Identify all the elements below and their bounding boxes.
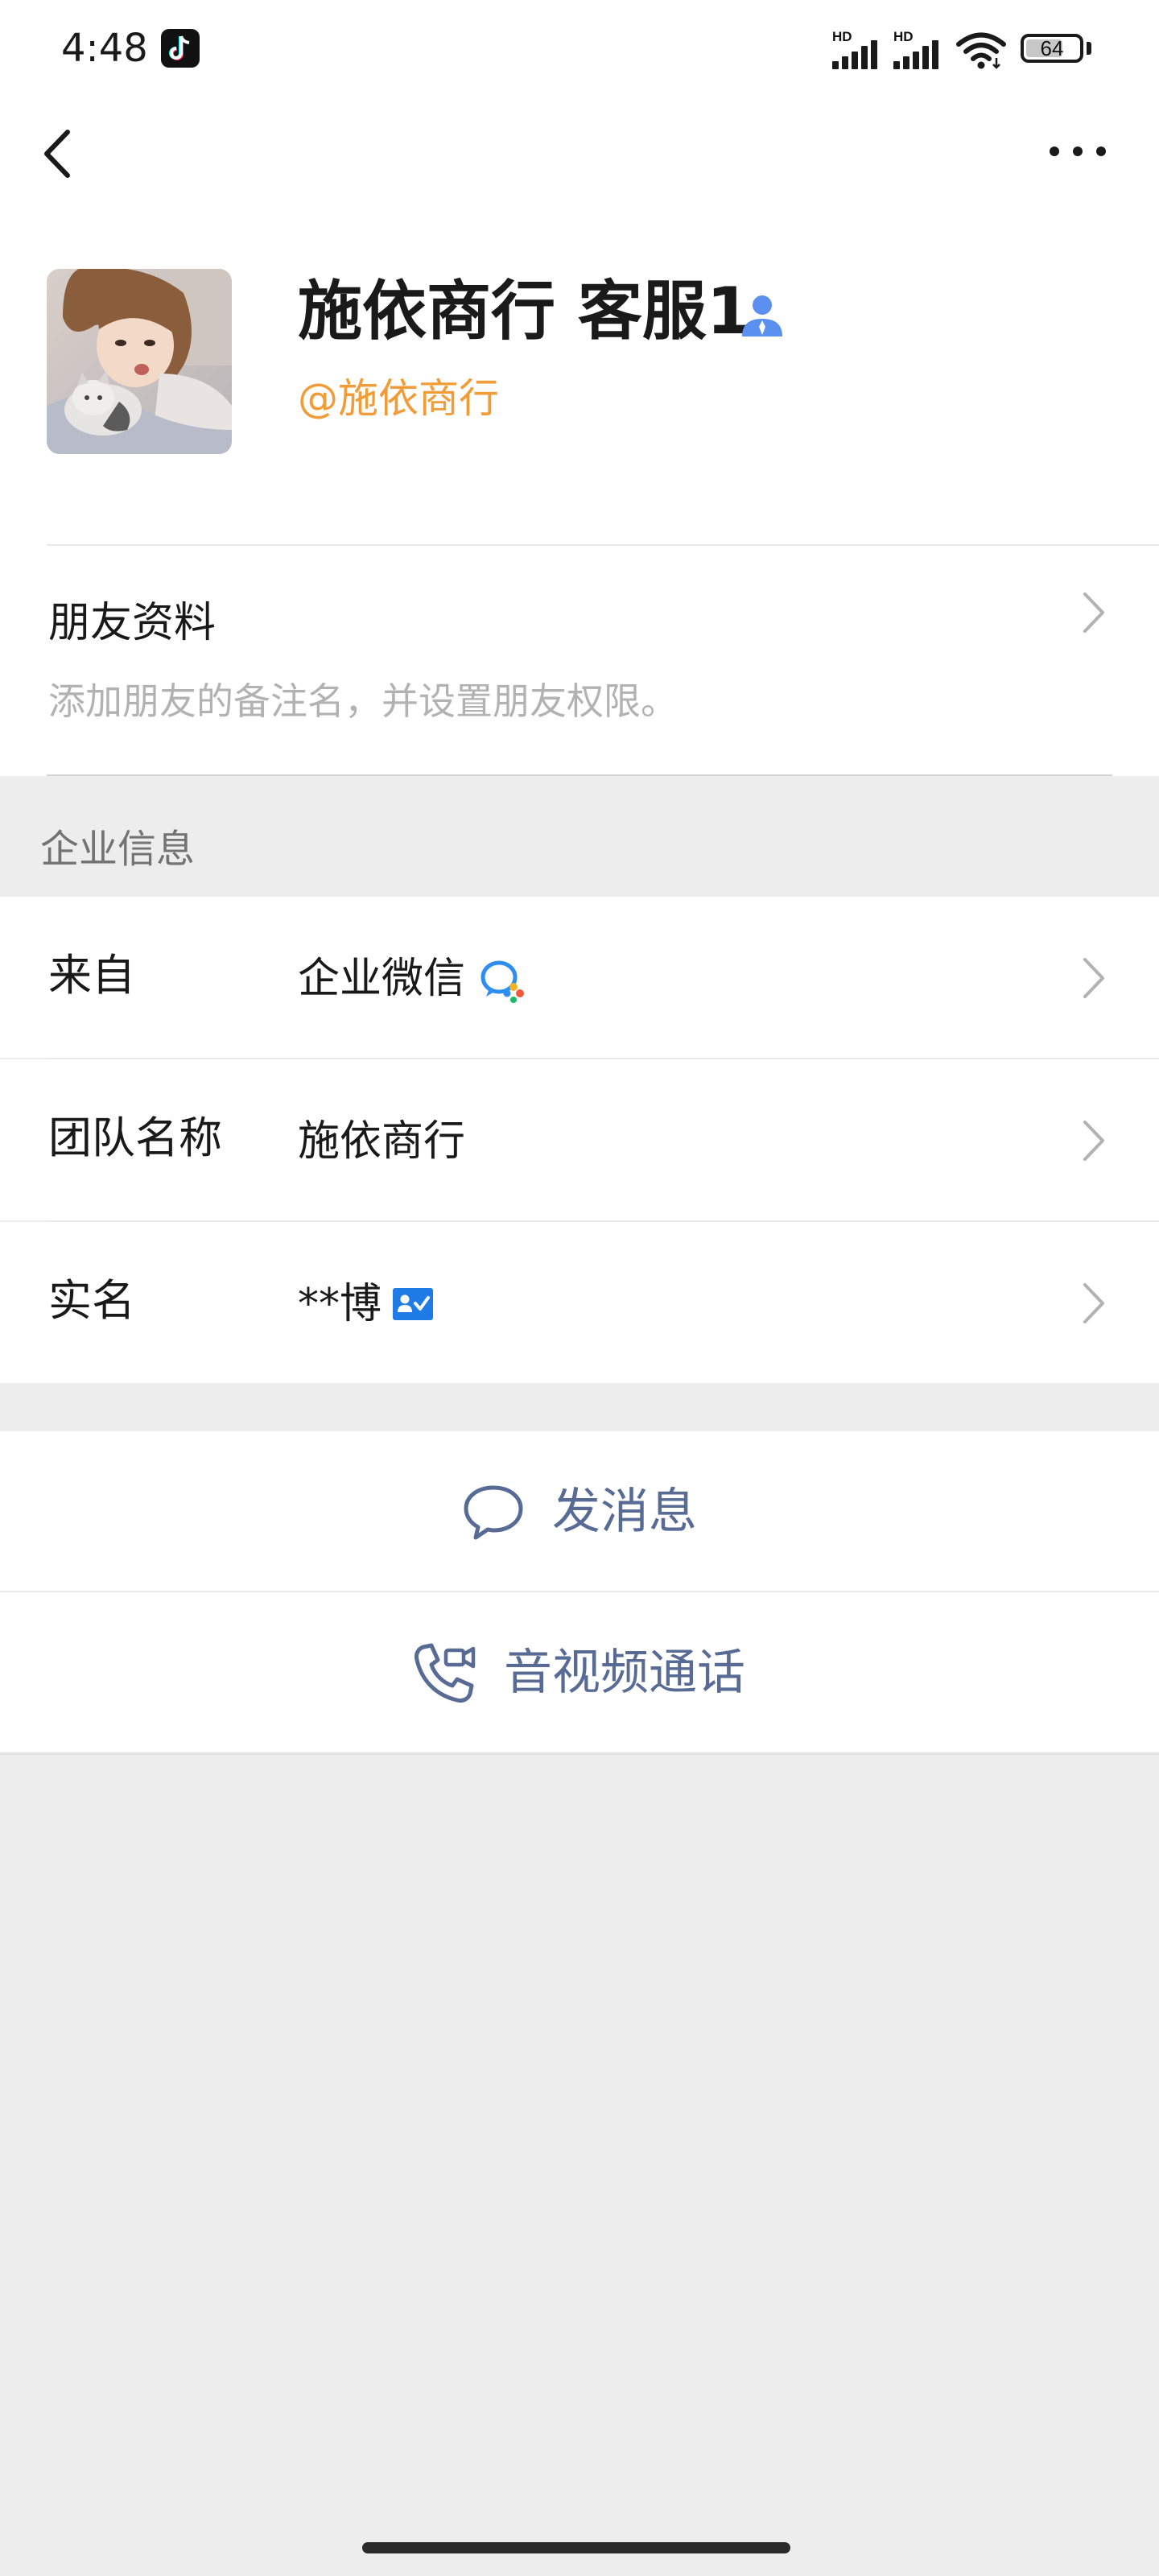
chevron-right-icon bbox=[1082, 1282, 1106, 1328]
battery-level: 64 bbox=[1040, 36, 1064, 60]
chevron-right-icon bbox=[1082, 956, 1106, 1003]
chevron-left-icon[interactable] bbox=[39, 126, 74, 185]
profile-handle[interactable]: @施依商行 bbox=[298, 370, 499, 427]
video-call-icon bbox=[412, 1641, 476, 1708]
video-call-label: 音视频通话 bbox=[504, 1645, 745, 1701]
tiktok-icon bbox=[161, 29, 200, 68]
wifi-icon bbox=[956, 32, 1006, 72]
info-value: **博 bbox=[298, 1280, 382, 1328]
chevron-right-icon bbox=[1082, 591, 1106, 638]
home-indicator[interactable] bbox=[362, 2542, 790, 2553]
friend-info-description: 添加朋友的备注名，并设置朋友权限。 bbox=[48, 679, 678, 723]
friend-info-title: 朋友资料 bbox=[48, 599, 217, 647]
person-badge-icon bbox=[739, 291, 786, 341]
profile-header: 施依商行 客服1 @施依商行 bbox=[0, 211, 1159, 546]
divider bbox=[47, 774, 1112, 776]
top-nav bbox=[0, 98, 1159, 211]
friend-info-row[interactable]: 朋友资料 添加朋友的备注名，并设置朋友权限。 bbox=[0, 546, 1159, 776]
avatar[interactable] bbox=[47, 269, 232, 454]
info-key: 团队名称 bbox=[48, 1113, 222, 1163]
wecom-icon bbox=[478, 958, 526, 1006]
info-row-team[interactable]: 团队名称 施依商行 bbox=[0, 1059, 1159, 1220]
send-message-button[interactable]: 发消息 bbox=[0, 1431, 1159, 1591]
battery-tip bbox=[1087, 42, 1091, 55]
status-bar: 4:48 HD HD 64 bbox=[0, 0, 1159, 98]
video-call-button[interactable]: 音视频通话 bbox=[0, 1592, 1159, 1752]
send-message-label: 发消息 bbox=[552, 1484, 697, 1540]
battery-icon: 64 bbox=[1021, 34, 1083, 63]
info-key: 实名 bbox=[48, 1275, 135, 1326]
info-value: 施依商行 bbox=[298, 1117, 466, 1166]
more-dots-icon[interactable] bbox=[1046, 143, 1109, 163]
info-row-source[interactable]: 来自 企业微信 bbox=[0, 897, 1159, 1058]
realname-verified-icon bbox=[393, 1288, 433, 1323]
status-time: 4:48 bbox=[61, 26, 148, 71]
divider bbox=[0, 1753, 1159, 1755]
info-value: 企业微信 bbox=[298, 955, 466, 1003]
section-label-company: 企业信息 bbox=[40, 827, 196, 872]
profile-name: 施依商行 客服1 bbox=[298, 274, 752, 349]
chat-bubble-icon bbox=[462, 1483, 525, 1544]
chevron-right-icon bbox=[1082, 1119, 1106, 1166]
info-key: 来自 bbox=[48, 950, 135, 1001]
info-row-realname[interactable]: 实名 **博 bbox=[0, 1222, 1159, 1383]
